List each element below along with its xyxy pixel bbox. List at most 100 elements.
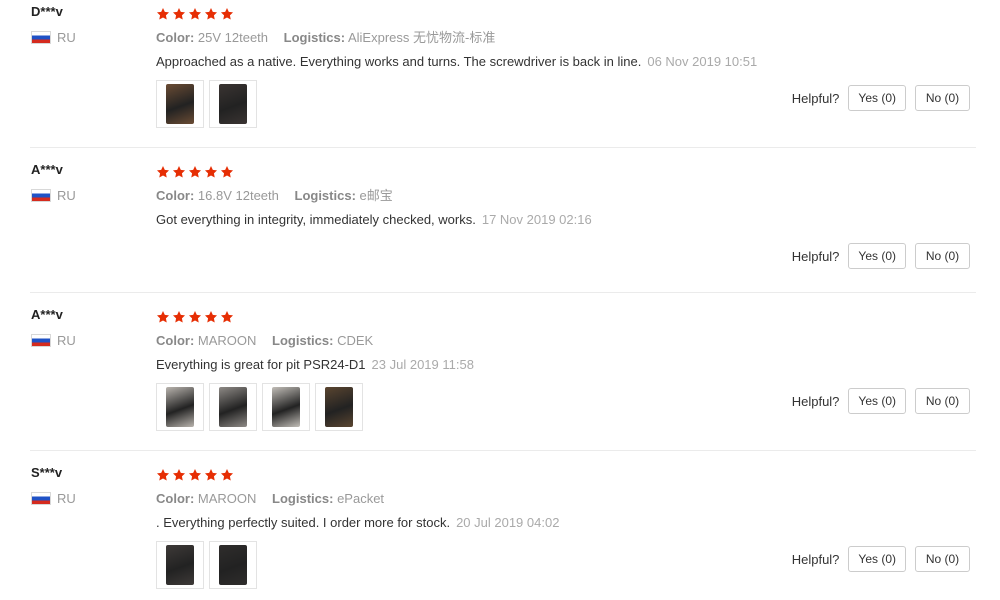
review-photo-thumbnail[interactable] [156,541,204,589]
reviewer-name: A***v [31,307,63,322]
star-icon [156,310,170,324]
color-key: Color: [156,30,195,45]
helpful-vote: Helpful? Yes (0) No (0) [792,85,970,111]
color-key: Color: [156,188,195,203]
helpful-label: Helpful? [791,248,840,264]
star-icon [156,165,170,179]
reviewer-country: RU [31,188,76,203]
reviewer-info: D***v RU [31,4,76,45]
star-icon [172,310,186,324]
star-rating [156,5,757,23]
star-icon [204,310,218,324]
helpful-yes-button[interactable]: Yes (0) [848,388,906,414]
russia-flag-icon [31,334,51,347]
reviewer-info: S***v RU [31,465,76,506]
review-photos [156,383,474,431]
review-photos [156,80,757,128]
helpful-no-button[interactable]: No (0) [915,388,970,414]
reviewer-name: A***v [31,162,63,177]
review-text-line: . Everything perfectly suited. I order m… [156,515,559,531]
star-rating [156,466,559,484]
review-photo-thumbnail[interactable] [315,383,363,431]
star-icon [188,310,202,324]
country-code: RU [57,188,76,203]
helpful-vote: Helpful? Yes (0) No (0) [792,546,970,572]
reviewer-country: RU [31,30,76,45]
star-icon [204,165,218,179]
review-date: 23 Jul 2019 11:58 [371,357,474,372]
star-icon [220,7,234,21]
review-text: . Everything perfectly suited. I order m… [156,515,451,530]
helpful-yes-button[interactable]: Yes (0) [848,85,906,111]
helpful-vote: Helpful? Yes (0) No (0) [792,243,970,269]
helpful-no-button[interactable]: No (0) [915,85,970,111]
helpful-no-button[interactable]: No (0) [915,546,970,572]
review-photo-thumbnail[interactable] [209,383,257,431]
russia-flag-icon [31,492,51,505]
russia-flag-icon [31,31,51,44]
review-photo-thumbnail[interactable] [209,80,257,128]
review-text-line: Got everything in integrity, immediately… [156,212,592,228]
star-icon [204,468,218,482]
review-text-line: Everything is great for pit PSR24-D1 23 J… [156,357,474,373]
country-code: RU [57,491,76,506]
photo-image [166,387,194,427]
star-icon [172,7,186,21]
review-date: 17 Nov 2019 02:16 [481,212,592,227]
helpful-yes-button[interactable]: Yes (0) [848,546,906,572]
logistics-value: ePacket [337,491,385,506]
star-icon [188,468,202,482]
review-divider [30,450,976,451]
review-item: S***v RU Color: MAROON Logistics: ePacke… [0,461,1000,600]
color-value: MAROON [197,333,257,348]
reviewer-info: A***v RU [31,307,76,348]
photo-image [166,84,194,124]
helpful-no-button[interactable]: No (0) [915,243,970,269]
reviewer-name: S***v [31,465,63,480]
star-icon [156,7,170,21]
review-photo-thumbnail[interactable] [262,383,310,431]
country-code: RU [57,333,76,348]
review-divider [30,292,976,293]
review-photo-thumbnail[interactable] [156,383,204,431]
review-content: Color: MAROON Logistics: ePacket . Every… [156,466,559,589]
helpful-yes-button[interactable]: Yes (0) [848,243,906,269]
review-date: 20 Jul 2019 04:02 [456,515,560,530]
photo-image [166,545,194,585]
review-photo-thumbnail[interactable] [209,541,257,589]
review-text: Got everything in integrity, immediately… [156,212,476,227]
logistics-key: Logistics: [283,30,346,45]
star-icon [188,7,202,21]
review-content: Color: 25V 12teeth Logistics: AliExpress… [156,5,757,128]
color-value: MAROON [197,491,257,506]
review-item: A***v RU Color: MAROON Logistics: CDEK E… [0,303,1000,451]
review-photo-thumbnail[interactable] [156,80,204,128]
review-item: D***v RU Color: 25V 12teeth Logistics: A… [0,0,1000,148]
reviewer-country: RU [31,333,76,348]
logistics-value: CDEK [337,333,374,348]
photo-image [325,387,353,427]
helpful-label: Helpful? [791,551,840,567]
review-divider [30,147,976,148]
color-value: 16.8V 12teeth [197,188,279,203]
helpful-vote: Helpful? Yes (0) No (0) [792,388,970,414]
review-content: Color: 16.8V 12teeth Logistics: e邮宝 Got … [156,163,592,228]
review-date: 06 Nov 2019 10:51 [647,54,758,69]
logistics-key: Logistics: [272,491,334,506]
review-text: Everything is great for pit PSR24-D1 [156,357,366,372]
review-text: Approached as a native. Everything works… [156,54,642,69]
review-meta: Color: 16.8V 12teeth Logistics: e邮宝 [156,188,592,204]
logistics-key: Logistics: [272,333,334,348]
russia-flag-icon [31,189,51,202]
color-value: 25V 12teeth [197,30,269,45]
reviewer-name: D***v [31,4,63,19]
reviewer-info: A***v RU [31,162,76,203]
star-rating [156,163,592,181]
review-text-line: Approached as a native. Everything works… [156,54,757,70]
star-rating [156,308,474,326]
helpful-label: Helpful? [791,393,840,409]
photo-image [219,545,247,585]
review-meta: Color: MAROON Logistics: CDEK [156,333,474,349]
star-icon [156,468,170,482]
country-code: RU [57,30,76,45]
